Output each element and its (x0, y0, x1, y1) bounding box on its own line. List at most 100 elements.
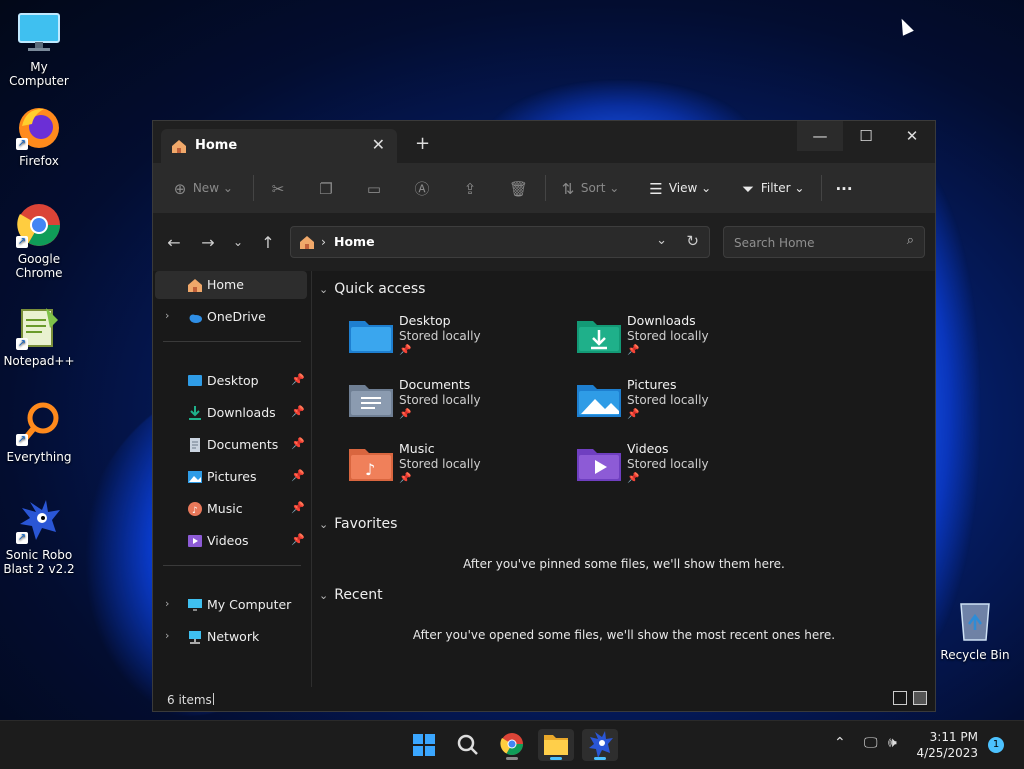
desktop-icon-my-computer[interactable]: My Computer (0, 10, 78, 88)
network-tray-icon[interactable]: 🖵 (864, 735, 878, 751)
view-button[interactable]: ☰ View ⌄ (647, 177, 711, 199)
home-icon (171, 138, 187, 154)
nav-item-home[interactable]: Home (155, 271, 307, 299)
shortcut-arrow-icon: ↗ (16, 236, 28, 248)
new-tab-button[interactable]: + (415, 133, 430, 154)
section-quick-access[interactable]: ⌄ Quick access (319, 281, 425, 297)
filter-button[interactable]: ⏷ Filter ⌄ (739, 177, 804, 199)
start-button[interactable] (406, 729, 442, 761)
favorites-empty-message: After you've pinned some files, we'll sh… (463, 557, 785, 571)
desktop-icon-recycle-bin[interactable]: Recycle Bin (936, 598, 1014, 662)
nav-item-network[interactable]: › Network (155, 623, 307, 651)
chrome-taskbar-button[interactable] (494, 729, 530, 761)
maximize-button[interactable]: ☐ (843, 121, 889, 151)
quick-access-item-desktop[interactable]: Desktop Stored locally 📌 (349, 313, 549, 369)
recent-empty-message: After you've opened some files, we'll sh… (412, 628, 836, 642)
recent-locations-button[interactable]: ⌄ (227, 235, 249, 249)
delete-button[interactable]: 🗑 (509, 177, 528, 199)
details-view-icon[interactable] (893, 691, 907, 705)
nav-divider (163, 565, 301, 566)
toolbar-divider (545, 175, 546, 201)
downloads-folder-icon (577, 317, 621, 353)
desktop-icon-firefox[interactable]: ↗ Firefox (0, 104, 78, 168)
close-tab-icon[interactable]: ✕ (372, 135, 385, 154)
volume-icon[interactable]: 🕪 (888, 735, 897, 751)
quick-access-item-documents[interactable]: Documents Stored locally 📌 (349, 377, 549, 433)
nav-item-music[interactable]: ♪ Music 📌 (155, 495, 307, 523)
recycle-bin-icon (952, 598, 998, 644)
new-button[interactable]: ⊕ New ⌄ (171, 177, 233, 199)
file-explorer-taskbar-button[interactable] (538, 729, 574, 761)
tab-home[interactable]: Home ✕ (161, 129, 397, 163)
shortcut-arrow-icon: ↗ (16, 434, 28, 446)
notification-badge[interactable]: 1 (988, 737, 1004, 753)
clipboard-icon: ▭ (366, 179, 382, 198)
picture-icon (187, 469, 203, 485)
cloud-icon (187, 309, 203, 325)
home-icon (299, 234, 315, 250)
more-options-button[interactable]: ··· (835, 177, 853, 199)
nav-divider (163, 341, 301, 342)
chevron-right-icon[interactable]: › (165, 597, 169, 610)
paste-button[interactable]: ▭ (365, 177, 383, 199)
section-recent[interactable]: ⌄ Recent (319, 587, 383, 603)
rename-button[interactable]: Ⓐ (413, 177, 431, 199)
show-hidden-icons-button[interactable]: ⌃ (834, 735, 846, 751)
sort-icon: ⇅ (561, 179, 575, 198)
search-icon: ⌕ (906, 233, 914, 248)
quick-access-item-videos[interactable]: Videos Stored locally 📌 (577, 441, 777, 497)
back-button[interactable]: ← (163, 233, 185, 252)
desktop-icon-notepadpp[interactable]: ↗ Notepad++ (0, 304, 78, 368)
status-divider (213, 693, 214, 705)
breadcrumb[interactable]: › Home (321, 234, 375, 249)
tiles-view-icon[interactable] (913, 691, 927, 705)
plus-circle-icon: ⊕ (173, 179, 187, 198)
search-box[interactable]: ⌕ (723, 226, 925, 258)
pin-icon: 📌 (399, 473, 412, 484)
minimize-button[interactable]: — (797, 121, 843, 151)
quick-access-item-music[interactable]: ♪ Music Stored locally 📌 (349, 441, 549, 497)
desktop-icon-everything[interactable]: ↗ Everything (0, 400, 78, 464)
address-bar[interactable]: › Home ⌄ ↻ (290, 226, 710, 258)
up-button[interactable]: ↑ (257, 233, 279, 252)
desktop-icon-srb2[interactable]: ↗ Sonic Robo Blast 2 v2.2 (0, 498, 78, 576)
sonic-icon: ↗ (16, 498, 62, 544)
section-favorites[interactable]: ⌄ Favorites (319, 516, 397, 532)
shortcut-arrow-icon: ↗ (16, 338, 28, 350)
quick-access-item-downloads[interactable]: Downloads Stored locally 📌 (577, 313, 777, 369)
pin-icon: 📌 (291, 501, 305, 514)
nav-item-videos[interactable]: Videos 📌 (155, 527, 307, 555)
sort-button[interactable]: ⇅ Sort ⌄ (559, 177, 620, 199)
chevron-down-icon: ⌄ (319, 518, 329, 531)
share-button[interactable]: ⇪ (461, 177, 479, 199)
document-icon (187, 437, 203, 453)
refresh-icon[interactable]: ↻ (686, 232, 699, 250)
running-indicator (594, 757, 606, 760)
cut-button[interactable]: ✂ (269, 177, 287, 199)
shortcut-arrow-icon: ↗ (16, 532, 28, 544)
videos-folder-icon (577, 445, 621, 481)
nav-item-pictures[interactable]: Pictures 📌 (155, 463, 307, 491)
chevron-right-icon[interactable]: › (165, 309, 169, 322)
shortcut-arrow-icon: ↗ (16, 138, 28, 150)
nav-item-onedrive[interactable]: › OneDrive (155, 303, 307, 331)
address-dropdown-icon[interactable]: ⌄ (656, 233, 667, 248)
pin-icon: 📌 (291, 373, 305, 386)
forward-button[interactable]: → (197, 233, 219, 252)
nav-item-documents[interactable]: Documents 📌 (155, 431, 307, 459)
music-icon: ♪ (187, 501, 203, 517)
clock[interactable]: 3:11 PM 4/25/2023 (916, 729, 978, 761)
search-taskbar-button[interactable] (450, 729, 486, 761)
copy-button[interactable]: ❐ (317, 177, 335, 199)
close-window-button[interactable]: ✕ (889, 121, 935, 151)
chrome-icon: ↗ (16, 202, 62, 248)
search-input[interactable] (732, 233, 896, 253)
clock-date: 4/25/2023 (916, 746, 978, 760)
srb2-taskbar-button[interactable] (582, 729, 618, 761)
desktop-icon-chrome[interactable]: ↗ Google Chrome (0, 202, 78, 280)
quick-access-item-pictures[interactable]: Pictures Stored locally 📌 (577, 377, 777, 433)
chevron-right-icon[interactable]: › (165, 629, 169, 642)
nav-item-downloads[interactable]: Downloads 📌 (155, 399, 307, 427)
nav-item-desktop[interactable]: Desktop 📌 (155, 367, 307, 395)
nav-item-my-computer[interactable]: › My Computer (155, 591, 307, 619)
